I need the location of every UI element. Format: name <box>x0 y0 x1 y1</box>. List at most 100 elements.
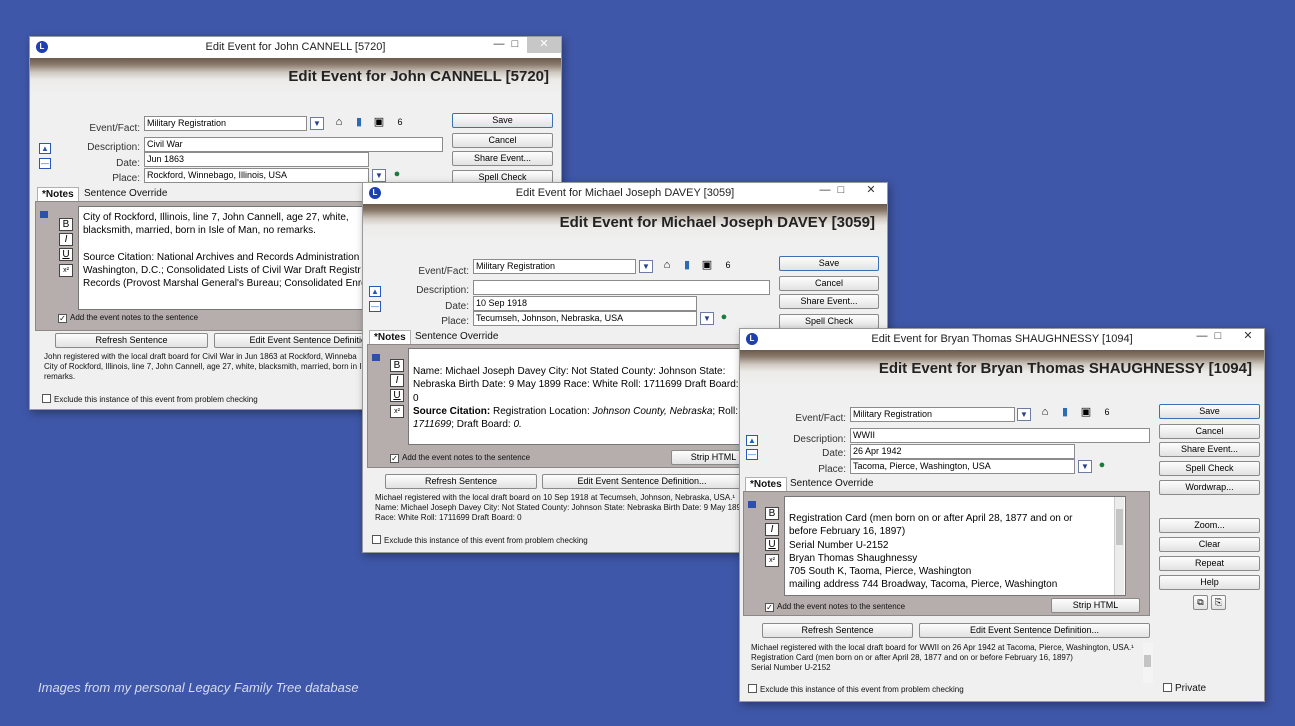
bold-button[interactable]: B <box>390 359 404 372</box>
tab-notes[interactable]: *Notes <box>745 477 787 491</box>
globe-icon[interactable]: ● <box>1094 458 1110 473</box>
place-dropdown[interactable]: ▼ <box>700 312 714 325</box>
event-dropdown[interactable]: ▼ <box>639 260 653 273</box>
move-down-icon[interactable]: — <box>39 158 51 169</box>
superscript-button[interactable]: x² <box>59 264 73 277</box>
maximize-button[interactable]: □ <box>1206 329 1230 345</box>
people-icon[interactable]: ▣ <box>1078 405 1094 420</box>
globe-icon[interactable]: ● <box>716 310 732 325</box>
private-checkbox[interactable]: Private <box>1163 683 1206 694</box>
move-down-icon[interactable]: — <box>746 449 758 460</box>
scrollbar-thumb[interactable] <box>1116 509 1123 545</box>
repeat-button[interactable]: Repeat <box>1159 556 1260 571</box>
underline-button[interactable]: U <box>765 538 779 551</box>
event-field[interactable]: Military Registration <box>850 407 1015 422</box>
sentence-scrollbar[interactable] <box>1143 643 1153 683</box>
notes-pin-icon[interactable] <box>748 501 756 508</box>
paste-icon[interactable]: ⎘ <box>1211 595 1226 610</box>
notes-editor[interactable]: Registration Card (men born on or after … <box>784 496 1126 596</box>
cancel-button[interactable]: Cancel <box>779 276 879 291</box>
move-up-icon[interactable]: ▲ <box>746 435 758 446</box>
move-up-icon[interactable]: ▲ <box>39 143 51 154</box>
tab-notes[interactable]: *Notes <box>369 330 411 344</box>
home-icon[interactable]: ⌂ <box>659 258 675 273</box>
books-icon[interactable]: ▮ <box>679 258 695 273</box>
add-notes-checkbox[interactable]: ✓ Add the event notes to the sentence <box>390 453 530 463</box>
books-icon[interactable]: ▮ <box>351 115 367 130</box>
date-field[interactable]: Jun 1863 <box>144 152 369 167</box>
event-dropdown[interactable]: ▼ <box>310 117 324 130</box>
share-event-button[interactable]: Share Event... <box>452 151 553 166</box>
refresh-sentence-button[interactable]: Refresh Sentence <box>762 623 913 638</box>
help-button[interactable]: Help <box>1159 575 1260 590</box>
date-field[interactable]: 26 Apr 1942 <box>850 444 1075 459</box>
underline-button[interactable]: U <box>390 389 404 402</box>
edit-sentence-definition-button[interactable]: Edit Event Sentence Definition... <box>542 474 742 489</box>
maximize-button[interactable]: □ <box>503 37 527 53</box>
event-field[interactable]: Military Registration <box>473 259 636 274</box>
exclude-problem-checkbox[interactable]: Exclude this instance of this event from… <box>748 684 964 694</box>
tab-notes[interactable]: *Notes <box>37 187 79 201</box>
calendar-icon[interactable]: 6 <box>392 115 408 130</box>
superscript-button[interactable]: x² <box>765 554 779 567</box>
notes-editor[interactable]: City of Rockford, Illinois, line 7, John… <box>78 206 378 310</box>
description-field[interactable] <box>473 280 770 295</box>
underline-button[interactable]: U <box>59 248 73 261</box>
spell-check-button[interactable]: Spell Check <box>779 314 879 329</box>
save-button[interactable]: Save <box>779 256 879 271</box>
close-button[interactable]: ✕ <box>859 183 883 199</box>
calendar-icon[interactable]: 6 <box>1099 405 1115 420</box>
place-dropdown[interactable]: ▼ <box>372 169 386 182</box>
close-button[interactable]: ✕ <box>1236 329 1260 345</box>
place-field[interactable]: Tacoma, Pierce, Washington, USA <box>850 459 1075 474</box>
tab-sentence-override[interactable]: Sentence Override <box>786 477 877 491</box>
notes-pin-icon[interactable] <box>40 211 48 218</box>
add-notes-checkbox[interactable]: ✓ Add the event notes to the sentence <box>58 313 198 323</box>
notes-editor[interactable]: Name: Michael Joseph Davey City: Not Sta… <box>408 348 748 445</box>
cancel-button[interactable]: Cancel <box>452 133 553 148</box>
description-field[interactable]: Civil War <box>144 137 443 152</box>
zoom-button[interactable]: Zoom... <box>1159 518 1260 533</box>
place-dropdown[interactable]: ▼ <box>1078 460 1092 473</box>
share-event-button[interactable]: Share Event... <box>779 294 879 309</box>
notes-pin-icon[interactable] <box>372 354 380 361</box>
date-field[interactable]: 10 Sep 1918 <box>473 296 697 311</box>
edit-sentence-definition-button[interactable]: Edit Event Sentence Definition... <box>919 623 1150 638</box>
maximize-button[interactable]: □ <box>829 183 853 199</box>
exclude-problem-checkbox[interactable]: Exclude this instance of this event from… <box>42 394 258 404</box>
clear-button[interactable]: Clear <box>1159 537 1260 552</box>
bold-button[interactable]: B <box>765 507 779 520</box>
globe-icon[interactable]: ● <box>389 167 405 182</box>
tab-sentence-override[interactable]: Sentence Override <box>411 330 502 344</box>
exclude-problem-checkbox[interactable]: Exclude this instance of this event from… <box>372 535 588 545</box>
home-icon[interactable]: ⌂ <box>331 115 347 130</box>
people-icon[interactable]: ▣ <box>699 258 715 273</box>
description-field[interactable]: WWII <box>850 428 1150 443</box>
event-field[interactable]: Military Registration <box>144 116 307 131</box>
move-down-icon[interactable]: — <box>369 301 381 312</box>
strip-html-button[interactable]: Strip HTML <box>1051 598 1140 613</box>
italic-button[interactable]: I <box>765 523 779 536</box>
people-icon[interactable]: ▣ <box>371 115 387 130</box>
italic-button[interactable]: I <box>390 374 404 387</box>
tab-sentence-override[interactable]: Sentence Override <box>80 187 171 201</box>
place-field[interactable]: Tecumseh, Johnson, Nebraska, USA <box>473 311 697 326</box>
place-field[interactable]: Rockford, Winnebago, Illinois, USA <box>144 168 369 183</box>
wordwrap-button[interactable]: Wordwrap... <box>1159 480 1260 495</box>
refresh-sentence-button[interactable]: Refresh Sentence <box>385 474 537 489</box>
save-button[interactable]: Save <box>452 113 553 128</box>
bold-button[interactable]: B <box>59 218 73 231</box>
superscript-button[interactable]: x² <box>390 405 404 418</box>
copy-icon[interactable]: ⧉ <box>1193 595 1208 610</box>
home-icon[interactable]: ⌂ <box>1037 405 1053 420</box>
share-event-button[interactable]: Share Event... <box>1159 442 1260 457</box>
spell-check-button[interactable]: Spell Check <box>1159 461 1260 476</box>
cancel-button[interactable]: Cancel <box>1159 424 1260 439</box>
books-icon[interactable]: ▮ <box>1057 405 1073 420</box>
event-dropdown[interactable]: ▼ <box>1017 408 1031 421</box>
italic-button[interactable]: I <box>59 233 73 246</box>
add-notes-checkbox[interactable]: ✓ Add the event notes to the sentence <box>765 602 905 612</box>
close-button[interactable]: ✕ <box>527 37 561 53</box>
calendar-icon[interactable]: 6 <box>720 258 736 273</box>
refresh-sentence-button[interactable]: Refresh Sentence <box>55 333 208 348</box>
